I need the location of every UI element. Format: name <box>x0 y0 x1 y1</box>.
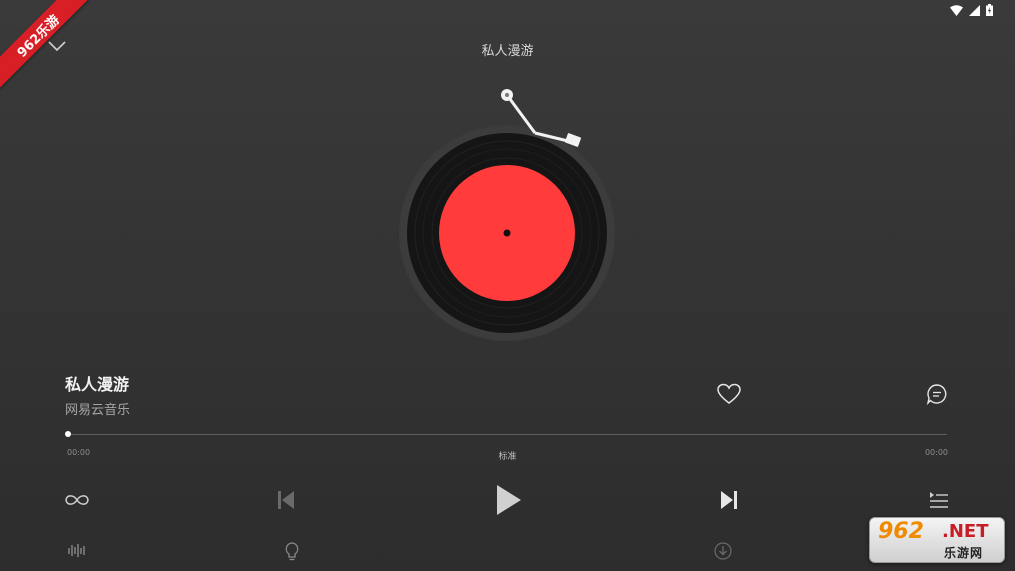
cell-signal-icon <box>969 4 980 16</box>
status-bar <box>950 4 993 16</box>
lightbulb-icon <box>285 541 299 560</box>
page-title: 私人漫游 <box>481 44 534 59</box>
total-time: 00:00 <box>924 448 948 457</box>
skip-previous-icon <box>278 491 294 509</box>
sound-effect-button[interactable] <box>66 540 88 560</box>
sound-effect-icon <box>68 544 85 557</box>
play-button[interactable] <box>490 482 526 518</box>
watermark-net: .NET <box>942 521 989 542</box>
record-spindle <box>503 229 511 237</box>
next-button[interactable] <box>716 487 742 513</box>
play-icon <box>497 485 521 515</box>
wifi-icon <box>950 4 963 16</box>
previous-button[interactable] <box>273 487 299 513</box>
quality-selector[interactable]: 标准 <box>0 449 1015 462</box>
song-title: 私人漫游 <box>65 375 130 394</box>
artist-name: 网易云音乐 <box>65 403 131 418</box>
loop-mode-button[interactable] <box>62 488 92 512</box>
progress-track[interactable] <box>68 434 947 435</box>
skip-next-icon <box>721 491 737 509</box>
watermark-sub: 乐游网 <box>944 546 984 560</box>
like-button[interactable] <box>716 381 742 407</box>
download-button[interactable] <box>712 540 734 562</box>
comment-icon <box>926 384 947 405</box>
progress-thumb[interactable] <box>65 431 71 437</box>
battery-icon <box>986 4 993 16</box>
playlist-button[interactable] <box>926 488 952 512</box>
infinity-loop-icon <box>65 495 89 505</box>
download-icon <box>714 542 732 560</box>
tips-button[interactable] <box>282 540 302 562</box>
watermark-logo: 962 .NET 乐游网 <box>869 517 1005 563</box>
watermark-number: 962 <box>878 519 924 544</box>
playlist-icon <box>930 492 948 508</box>
vinyl-record <box>399 89 615 341</box>
comment-button[interactable] <box>924 381 950 407</box>
heart-icon <box>717 383 741 404</box>
